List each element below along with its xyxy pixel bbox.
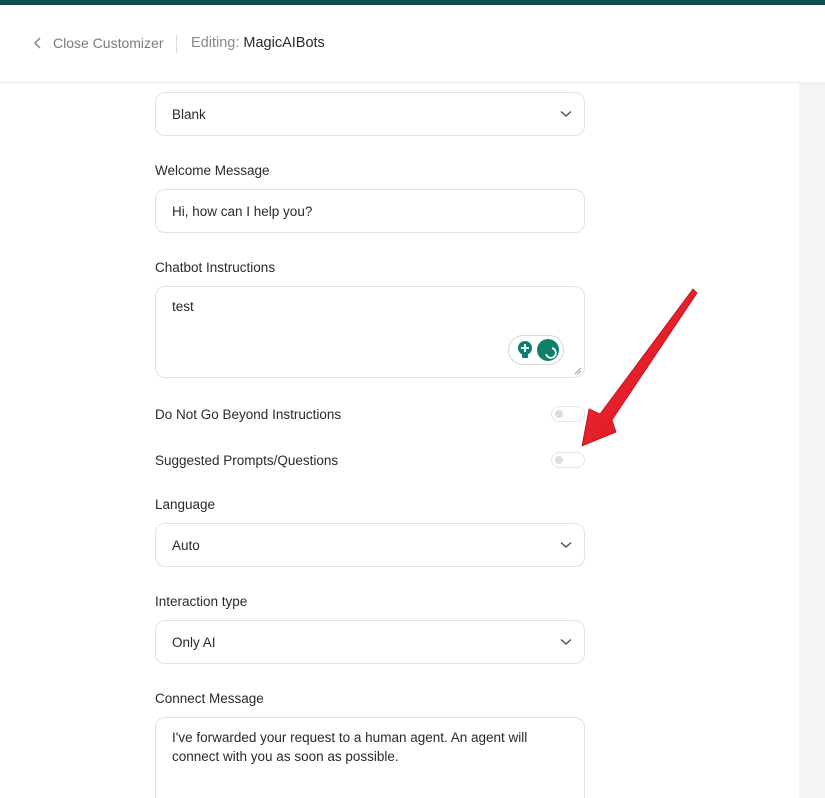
editing-prefix: Editing: <box>191 35 240 51</box>
connect-message-value: I've forwarded your request to a human a… <box>172 730 528 764</box>
welcome-message-input[interactable]: Hi, how can I help you? <box>155 189 585 233</box>
interaction-type-select[interactable]: Only AI <box>155 620 585 664</box>
toggle-knob <box>555 410 563 418</box>
chevron-left-icon <box>33 37 41 49</box>
language-label: Language <box>155 497 216 512</box>
interaction-type-value: Only AI <box>172 634 216 650</box>
close-customizer-label: Close Customizer <box>53 35 164 51</box>
template-select-value: Blank <box>172 106 206 122</box>
close-customizer-button[interactable]: Close Customizer <box>33 35 163 51</box>
connect-message-textarea[interactable]: I've forwarded your request to a human a… <box>155 717 585 798</box>
chevron-down-icon <box>560 541 572 549</box>
toggle-row-beyond-instructions: Do Not Go Beyond Instructions <box>155 405 585 425</box>
preview-panel-edge <box>799 83 825 798</box>
toggle-knob <box>555 456 563 464</box>
beyond-instructions-label: Do Not Go Beyond Instructions <box>155 407 342 422</box>
chatbot-instructions-label: Chatbot Instructions <box>155 260 276 275</box>
interaction-type-label: Interaction type <box>155 594 248 609</box>
grammar-logo-icon[interactable] <box>536 339 559 361</box>
grammar-assistant-widget[interactable] <box>508 335 564 365</box>
template-select[interactable]: Blank <box>155 92 585 136</box>
suggested-prompts-toggle[interactable] <box>551 452 585 468</box>
editing-title: Editing: MagicAIBots <box>191 35 325 51</box>
language-select-value: Auto <box>172 537 200 553</box>
welcome-message-label: Welcome Message <box>155 163 270 178</box>
language-select[interactable]: Auto <box>155 523 585 567</box>
editing-name: MagicAIBots <box>243 35 325 51</box>
lightbulb-icon[interactable] <box>513 339 536 361</box>
customizer-header: Close Customizer Editing: MagicAIBots <box>0 5 825 83</box>
beyond-instructions-toggle[interactable] <box>551 406 585 422</box>
header-divider <box>176 35 177 53</box>
chevron-down-icon <box>560 638 572 646</box>
connect-message-label: Connect Message <box>155 691 264 706</box>
chatbot-instructions-value: test <box>172 299 194 314</box>
chatbot-instructions-textarea[interactable]: test <box>155 286 585 378</box>
resize-handle-icon[interactable] <box>574 367 582 375</box>
welcome-message-value: Hi, how can I help you? <box>172 203 313 219</box>
toggle-row-suggested-prompts: Suggested Prompts/Questions <box>155 451 585 471</box>
suggested-prompts-label: Suggested Prompts/Questions <box>155 453 339 468</box>
chevron-down-icon <box>560 110 572 118</box>
